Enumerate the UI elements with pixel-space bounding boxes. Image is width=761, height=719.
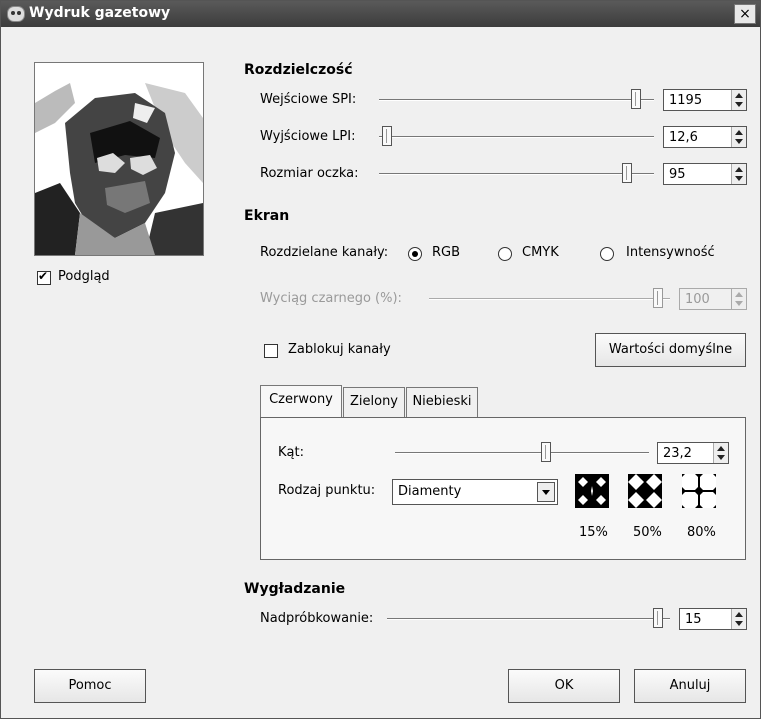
radio-cmyk-label[interactable]: CMYK bbox=[522, 245, 559, 260]
close-button[interactable]: × bbox=[734, 4, 756, 24]
up-arrow-icon[interactable] bbox=[735, 130, 743, 135]
up-arrow-icon[interactable] bbox=[717, 446, 725, 451]
output-lpi-stepper[interactable] bbox=[731, 127, 746, 147]
down-arrow-icon[interactable] bbox=[717, 455, 725, 460]
window-title: Wydruk gazetowy bbox=[29, 5, 171, 21]
down-arrow-icon[interactable] bbox=[735, 102, 743, 107]
resolution-section-title: Rozdzielczość bbox=[244, 62, 353, 78]
cell-size-value: 95 bbox=[669, 167, 686, 182]
spot-type-value: Diamenty bbox=[398, 484, 462, 499]
lock-channels-label: Zablokuj kanały bbox=[288, 342, 391, 357]
angle-label: Kąt: bbox=[278, 445, 304, 460]
gimp-logo-icon bbox=[7, 6, 25, 22]
oversample-slider-track[interactable] bbox=[387, 618, 670, 620]
preview-checkbox-label: Podgląd bbox=[58, 269, 110, 284]
input-spi-slider-track[interactable] bbox=[379, 99, 654, 101]
output-lpi-spinbox[interactable]: 12,6 bbox=[663, 126, 747, 148]
cell-size-stepper[interactable] bbox=[731, 164, 746, 184]
up-arrow-icon[interactable] bbox=[735, 93, 743, 98]
cell-size-label: Rozmiar oczka: bbox=[260, 166, 359, 181]
output-lpi-slider-track[interactable] bbox=[379, 136, 654, 138]
down-arrow-icon[interactable] bbox=[735, 176, 743, 181]
spot-preview-80-icon bbox=[682, 474, 716, 508]
preview-checkbox[interactable] bbox=[37, 269, 51, 285]
help-button[interactable]: Pomoc bbox=[34, 669, 146, 703]
spot-type-label: Rodzaj punktu: bbox=[278, 483, 376, 498]
angle-value: 23,2 bbox=[663, 446, 692, 461]
output-lpi-value: 12,6 bbox=[669, 130, 698, 145]
up-arrow-icon[interactable] bbox=[735, 612, 743, 617]
preview-image bbox=[34, 62, 204, 256]
angle-slider-track[interactable] bbox=[395, 452, 649, 454]
input-spi-value: 1195 bbox=[669, 93, 703, 108]
spot-type-select[interactable]: Diamenty bbox=[392, 479, 558, 505]
black-pullout-stepper[interactable] bbox=[731, 289, 746, 309]
down-arrow-icon[interactable] bbox=[735, 139, 743, 144]
radio-cmyk[interactable] bbox=[498, 247, 512, 261]
up-arrow-icon[interactable] bbox=[735, 292, 743, 297]
cell-size-spinbox[interactable]: 95 bbox=[663, 163, 747, 185]
up-arrow-icon[interactable] bbox=[735, 167, 743, 172]
angle-stepper[interactable] bbox=[713, 443, 728, 463]
newsprint-dialog: Wydruk gazetowy × Podgląd Rozdzielczość … bbox=[0, 0, 761, 719]
spot-preview-50-icon bbox=[628, 474, 662, 508]
angle-spinbox[interactable]: 23,2 bbox=[657, 442, 729, 464]
spot-80-label: 80% bbox=[687, 525, 716, 540]
radio-intensity[interactable] bbox=[600, 247, 614, 261]
channels-label: Rozdzielane kanały: bbox=[260, 245, 389, 260]
tab-blue[interactable]: Niebieski bbox=[406, 387, 478, 417]
spot-15-label: 15% bbox=[579, 525, 608, 540]
halftone-portrait-image bbox=[35, 63, 203, 255]
input-spi-label: Wejściowe SPI: bbox=[260, 92, 357, 107]
oversample-label: Nadpróbkowanie: bbox=[260, 611, 374, 626]
spot-preview-15-icon bbox=[575, 474, 609, 508]
input-spi-slider-handle[interactable] bbox=[631, 89, 641, 109]
output-lpi-label: Wyjściowe LPI: bbox=[260, 129, 356, 144]
angle-slider-handle[interactable] bbox=[541, 442, 551, 462]
tab-red[interactable]: Czerwony bbox=[260, 385, 342, 417]
cell-size-slider-handle[interactable] bbox=[622, 163, 632, 183]
radio-intensity-label[interactable]: Intensywność bbox=[626, 245, 715, 260]
input-spi-spinbox[interactable]: 1195 bbox=[663, 89, 747, 111]
chevron-down-icon[interactable] bbox=[537, 482, 555, 502]
down-arrow-icon[interactable] bbox=[735, 301, 743, 306]
cancel-button[interactable]: Anuluj bbox=[634, 669, 746, 703]
oversample-stepper[interactable] bbox=[731, 609, 746, 629]
radio-rgb[interactable] bbox=[408, 247, 422, 261]
ok-button[interactable]: OK bbox=[508, 669, 620, 703]
screen-section-title: Ekran bbox=[244, 208, 290, 224]
lock-channels-checkbox[interactable] bbox=[264, 344, 278, 358]
input-spi-stepper[interactable] bbox=[731, 90, 746, 110]
black-pullout-slider-handle[interactable] bbox=[653, 288, 663, 308]
oversample-slider-handle[interactable] bbox=[653, 608, 663, 628]
cell-size-slider-track[interactable] bbox=[379, 173, 654, 175]
tab-green[interactable]: Zielony bbox=[343, 387, 405, 417]
black-pullout-slider-track[interactable] bbox=[429, 298, 670, 300]
black-pullout-label: Wyciąg czarnego (%): bbox=[260, 291, 402, 306]
oversample-spinbox[interactable]: 15 bbox=[679, 608, 747, 630]
radio-rgb-label[interactable]: RGB bbox=[432, 245, 460, 260]
defaults-button[interactable]: Wartości domyślne bbox=[595, 333, 746, 367]
oversample-value: 15 bbox=[685, 612, 702, 627]
down-arrow-icon[interactable] bbox=[735, 621, 743, 626]
black-pullout-value: 100 bbox=[685, 292, 710, 307]
output-lpi-slider-handle[interactable] bbox=[382, 126, 392, 146]
title-bar: Wydruk gazetowy × bbox=[1, 1, 760, 27]
antialias-section-title: Wygładzanie bbox=[244, 581, 346, 597]
black-pullout-spinbox[interactable]: 100 bbox=[679, 288, 747, 310]
spot-50-label: 50% bbox=[633, 525, 662, 540]
